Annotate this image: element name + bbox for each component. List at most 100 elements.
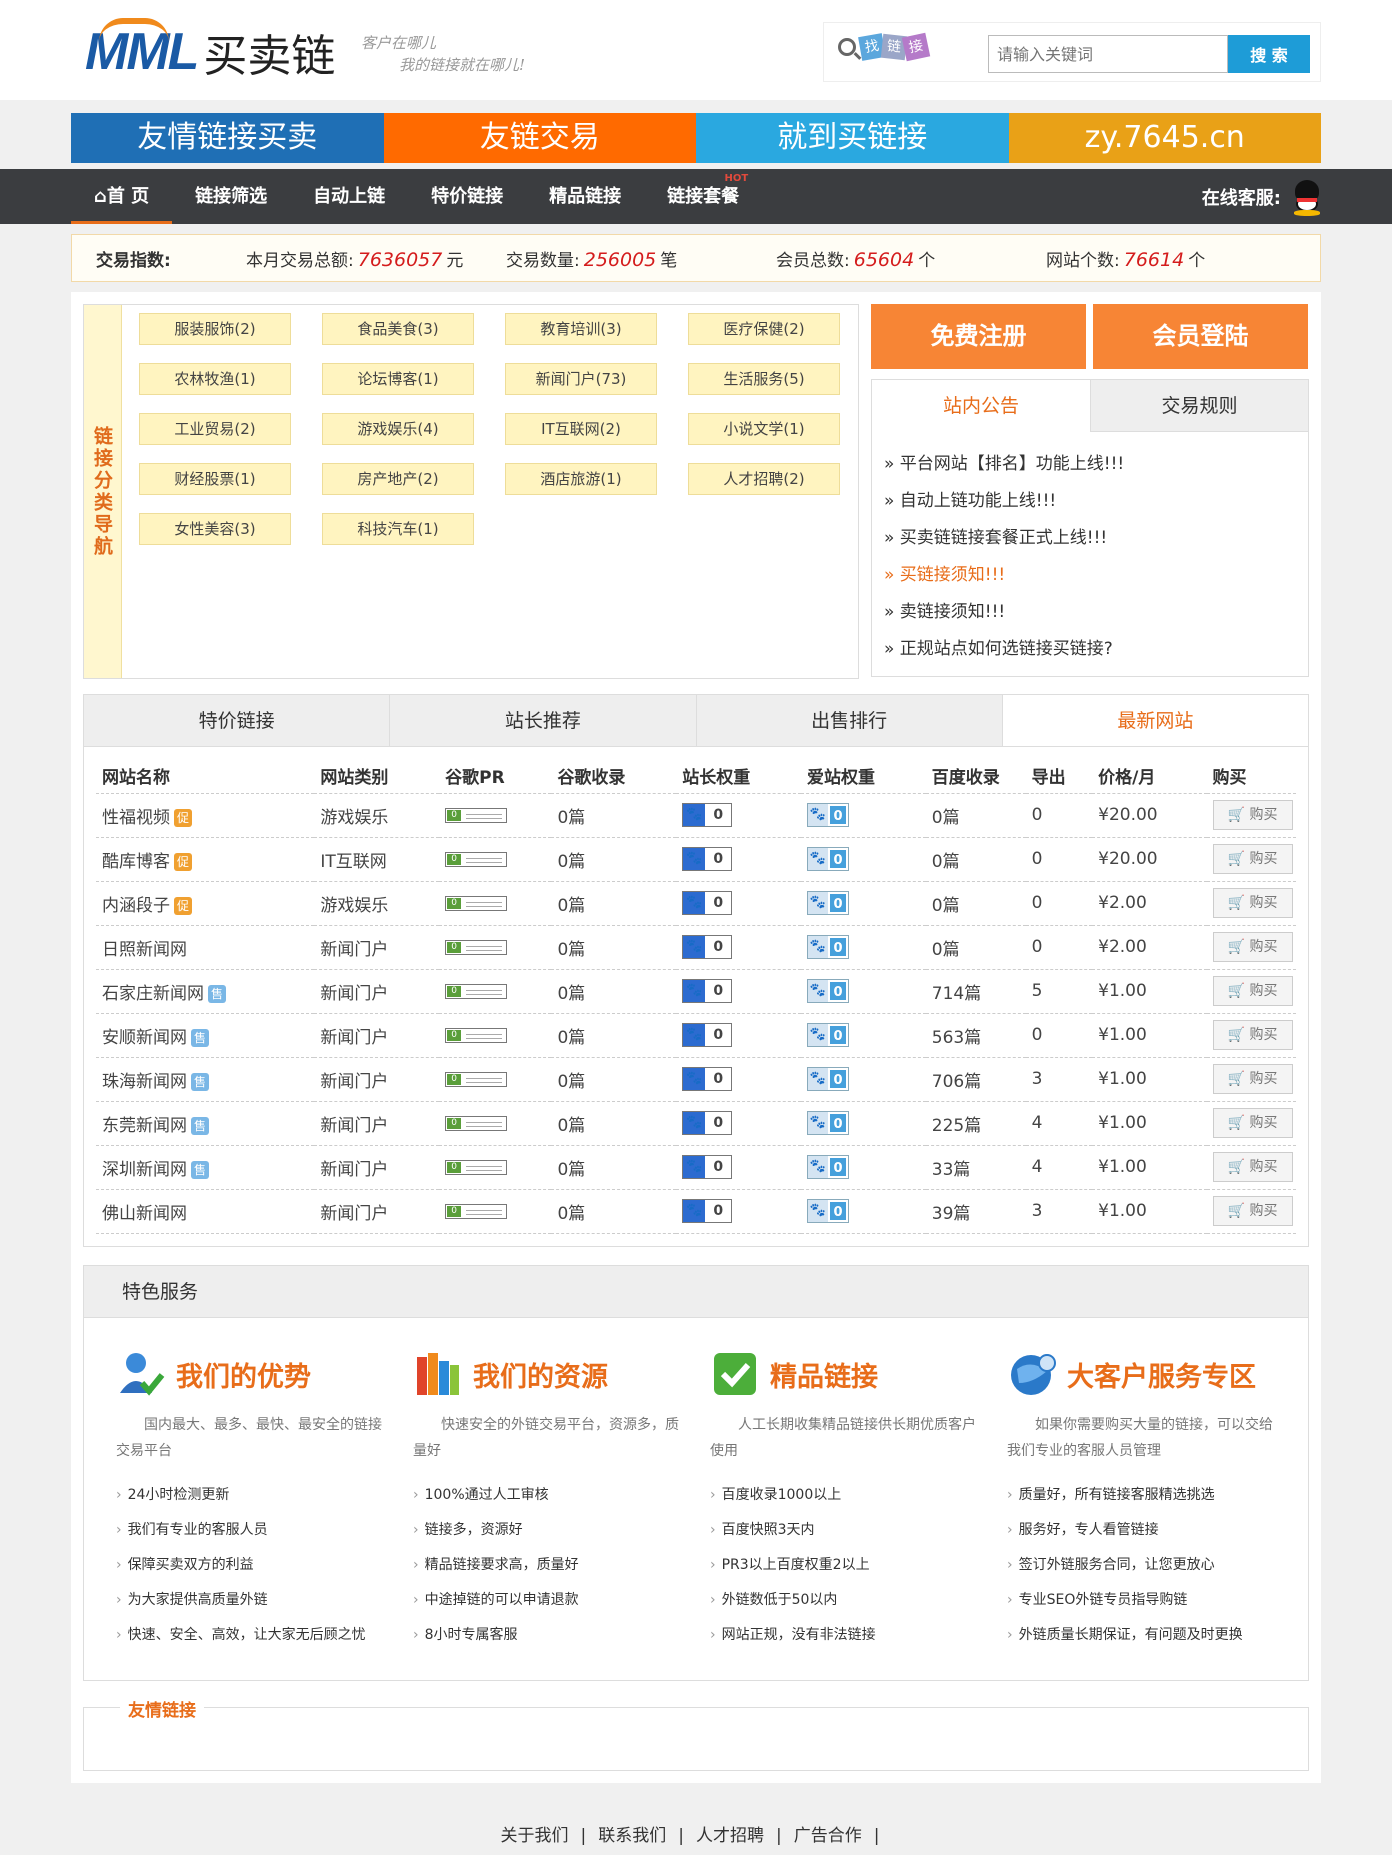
search-box: 找 链 接 搜 索 xyxy=(823,22,1321,82)
login-button[interactable]: 会员登陆 xyxy=(1093,304,1308,369)
category-item[interactable]: 房产地产(2) xyxy=(322,463,474,495)
buy-button[interactable]: 🛒 购买 xyxy=(1212,888,1293,918)
aizhan-weight-badge: 🐾 0 xyxy=(807,1111,849,1135)
logo-text: 买卖链 xyxy=(203,31,336,82)
baidu-weight-badge: 🐾 0 xyxy=(682,1023,733,1047)
site-name-text[interactable]: 深圳新闻网 xyxy=(102,1160,187,1180)
aizhan-weight-badge: 🐾 0 xyxy=(807,935,849,959)
aizhan-weight: 🐾 0 xyxy=(801,1057,926,1102)
site-name[interactable]: 性福视频促 xyxy=(96,793,315,838)
nav-premium-links[interactable]: 精品链接 xyxy=(526,169,644,224)
site-name-text[interactable]: 内涵段子 xyxy=(102,896,170,916)
notice-item[interactable]: » 平台网站【排名】功能上线!!! xyxy=(884,446,1296,483)
category-item[interactable]: IT互联网(2) xyxy=(505,413,657,445)
nav-link-filter[interactable]: 链接筛选 xyxy=(172,169,290,224)
category-item[interactable]: 科技汽车(1) xyxy=(322,513,474,545)
notice-item[interactable]: » 正规站点如何选链接买链接? xyxy=(884,631,1296,668)
category-item[interactable]: 人才招聘(2) xyxy=(688,463,840,495)
buy-button[interactable]: 🛒 购买 xyxy=(1212,1152,1293,1182)
site-name[interactable]: 酷库博客促 xyxy=(96,837,315,882)
category-item[interactable]: 论坛博客(1) xyxy=(322,363,474,395)
category-item[interactable]: 工业贸易(2) xyxy=(139,413,291,445)
category-item[interactable]: 女性美容(3) xyxy=(139,513,291,545)
buy-button[interactable]: 🛒 购买 xyxy=(1212,844,1293,874)
buy-button[interactable]: 🛒 购买 xyxy=(1212,1108,1293,1138)
site-name-text[interactable]: 石家庄新闻网 xyxy=(102,984,204,1004)
google-pr xyxy=(439,1189,552,1234)
qq-penguin-icon[interactable] xyxy=(1293,179,1321,216)
globe-icon xyxy=(1007,1349,1057,1399)
tab-sales-ranking[interactable]: 出售排行 xyxy=(697,695,1003,746)
category-item[interactable]: 服装服饰(2) xyxy=(139,313,291,345)
site-name[interactable]: 日照新闻网 xyxy=(96,925,315,970)
notice-item[interactable]: » 自动上链功能上线!!! xyxy=(884,483,1296,520)
buy-button[interactable]: 🛒 购买 xyxy=(1212,1196,1293,1226)
trade-stats-bar: 交易指数: 本月交易总额: 7636057 元 交易数量: 256005 笔 会员总数:… xyxy=(71,234,1321,282)
category-item[interactable]: 财经股票(1) xyxy=(139,463,291,495)
site-name-text[interactable]: 性福视频 xyxy=(102,808,170,828)
notice-item[interactable]: » 买卖链链接套餐正式上线!!! xyxy=(884,520,1296,557)
category-item[interactable]: 生活服务(5) xyxy=(688,363,840,395)
category-item[interactable]: 医疗保健(2) xyxy=(688,313,840,345)
outbound-count: 0 xyxy=(1025,837,1093,882)
buy-button[interactable]: 🛒 购买 xyxy=(1212,976,1293,1006)
site-name[interactable]: 东莞新闻网售 xyxy=(96,1101,315,1146)
sale-badge: 售 xyxy=(191,1160,209,1179)
webmaster-weight: 🐾 0 xyxy=(676,793,801,838)
category-item[interactable]: 教育培训(3) xyxy=(505,313,657,345)
category-item[interactable]: 食品美食(3) xyxy=(322,313,474,345)
site-name-text[interactable]: 日照新闻网 xyxy=(102,940,187,960)
nav-auto-link[interactable]: 自动上链 xyxy=(290,169,408,224)
site-name-text[interactable]: 安顺新闻网 xyxy=(102,1028,187,1048)
site-name[interactable]: 珠海新闻网售 xyxy=(96,1057,315,1102)
notice-item[interactable]: » 卖链接须知!!! xyxy=(884,594,1296,631)
site-name-text[interactable]: 东莞新闻网 xyxy=(102,1116,187,1136)
site-name[interactable]: 佛山新闻网 xyxy=(96,1189,315,1234)
site-name[interactable]: 深圳新闻网售 xyxy=(96,1145,315,1190)
footer-link[interactable]: 人才招聘 xyxy=(696,1826,764,1846)
site-name[interactable]: 内涵段子促 xyxy=(96,881,315,926)
nav-special-links[interactable]: 特价链接 xyxy=(408,169,526,224)
category-item[interactable]: 新闻门户(73) xyxy=(505,363,657,395)
category-item[interactable]: 游戏娱乐(4) xyxy=(322,413,474,445)
promo-banner[interactable]: 友情链接买卖 友链交易 就到买链接 zy.7645.cn xyxy=(71,113,1321,163)
google-pr xyxy=(439,969,552,1014)
aizhan-weight: 🐾 0 xyxy=(801,837,926,882)
site-name[interactable]: 安顺新闻网售 xyxy=(96,1013,315,1058)
service-item: 24小时检测更新 xyxy=(116,1478,413,1513)
aizhan-weight-badge: 🐾 0 xyxy=(807,803,849,827)
outbound-count: 4 xyxy=(1025,1145,1093,1190)
buy-button[interactable]: 🛒 购买 xyxy=(1212,800,1293,830)
category-item[interactable]: 农林牧渔(1) xyxy=(139,363,291,395)
category-item[interactable]: 小说文学(1) xyxy=(688,413,840,445)
footer-separator: | xyxy=(678,1826,684,1846)
online-service[interactable]: 在线客服: xyxy=(1202,179,1321,216)
nav-home[interactable]: ⌂首 页 xyxy=(71,169,173,224)
nav-link-packages[interactable]: 链接套餐 HOT xyxy=(644,169,762,224)
weight-value: 0 xyxy=(828,1068,848,1090)
site-category: 新闻门户 xyxy=(314,969,440,1014)
buy-button[interactable]: 🛒 购买 xyxy=(1212,1020,1293,1050)
notice-item[interactable]: » 买链接须知!!! xyxy=(884,557,1296,594)
tab-newest-sites[interactable]: 最新网站 xyxy=(1002,695,1308,746)
buy-button[interactable]: 🛒 购买 xyxy=(1212,932,1293,962)
category-item[interactable]: 酒店旅游(1) xyxy=(505,463,657,495)
search-input[interactable] xyxy=(988,35,1228,73)
paw-icon: 🐾 xyxy=(683,1200,706,1222)
tab-announcements[interactable]: 站内公告 xyxy=(872,380,1090,432)
site-logo[interactable]: MML 买卖链 xyxy=(85,18,336,84)
buy-button[interactable]: 🛒 购买 xyxy=(1212,1064,1293,1094)
weight-value: 0 xyxy=(705,804,732,826)
register-button[interactable]: 免费注册 xyxy=(871,304,1086,369)
footer-link[interactable]: 关于我们 xyxy=(501,1826,569,1846)
footer-link[interactable]: 联系我们 xyxy=(598,1826,666,1846)
site-name-text[interactable]: 佛山新闻网 xyxy=(102,1204,187,1224)
site-name[interactable]: 石家庄新闻网售 xyxy=(96,969,315,1014)
tab-recommended[interactable]: 站长推荐 xyxy=(390,695,697,746)
footer-link[interactable]: 广告合作 xyxy=(794,1826,862,1846)
site-name-text[interactable]: 酷库博客 xyxy=(102,852,170,872)
tab-special-links[interactable]: 特价链接 xyxy=(84,695,391,746)
site-name-text[interactable]: 珠海新闻网 xyxy=(102,1072,187,1092)
search-button[interactable]: 搜 索 xyxy=(1228,35,1310,73)
tab-trade-rules[interactable]: 交易规则 xyxy=(1090,380,1308,432)
